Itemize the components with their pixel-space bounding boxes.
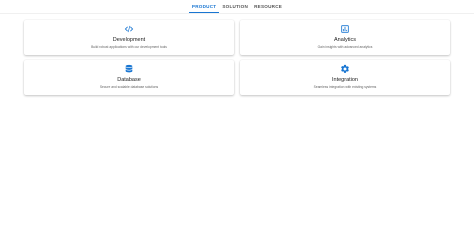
- card-analytics[interactable]: Analytics Gain insights with advanced an…: [240, 20, 450, 55]
- settings-icon: [340, 64, 350, 74]
- card-integration[interactable]: Integration Seamless integration with ex…: [240, 60, 450, 95]
- card-title: Development: [112, 37, 146, 43]
- tab-resource[interactable]: RESOURCE: [251, 0, 285, 13]
- code-icon: [124, 24, 134, 34]
- card-title: Integration: [332, 77, 358, 83]
- tab-bar: PRODUCT SOLUTION RESOURCE: [0, 0, 474, 14]
- card-database[interactable]: Database Secure and scalable database so…: [24, 60, 234, 95]
- tab-divider: [0, 13, 474, 14]
- card-description: Build robust applications with our devel…: [91, 45, 167, 49]
- card-description: Seamless integration with existing syste…: [313, 85, 377, 89]
- tab-solution[interactable]: SOLUTION: [219, 0, 251, 13]
- chart-icon: [340, 24, 350, 34]
- database-icon: [124, 64, 134, 74]
- card-description: Gain insights with advanced analytics: [317, 45, 373, 49]
- card-title: Analytics: [333, 37, 356, 43]
- tab-product[interactable]: PRODUCT: [188, 0, 220, 13]
- card-title: Database: [117, 77, 141, 83]
- card-description: Secure and scalable database solutions: [99, 85, 159, 89]
- card-development[interactable]: Development Build robust applications wi…: [24, 20, 234, 55]
